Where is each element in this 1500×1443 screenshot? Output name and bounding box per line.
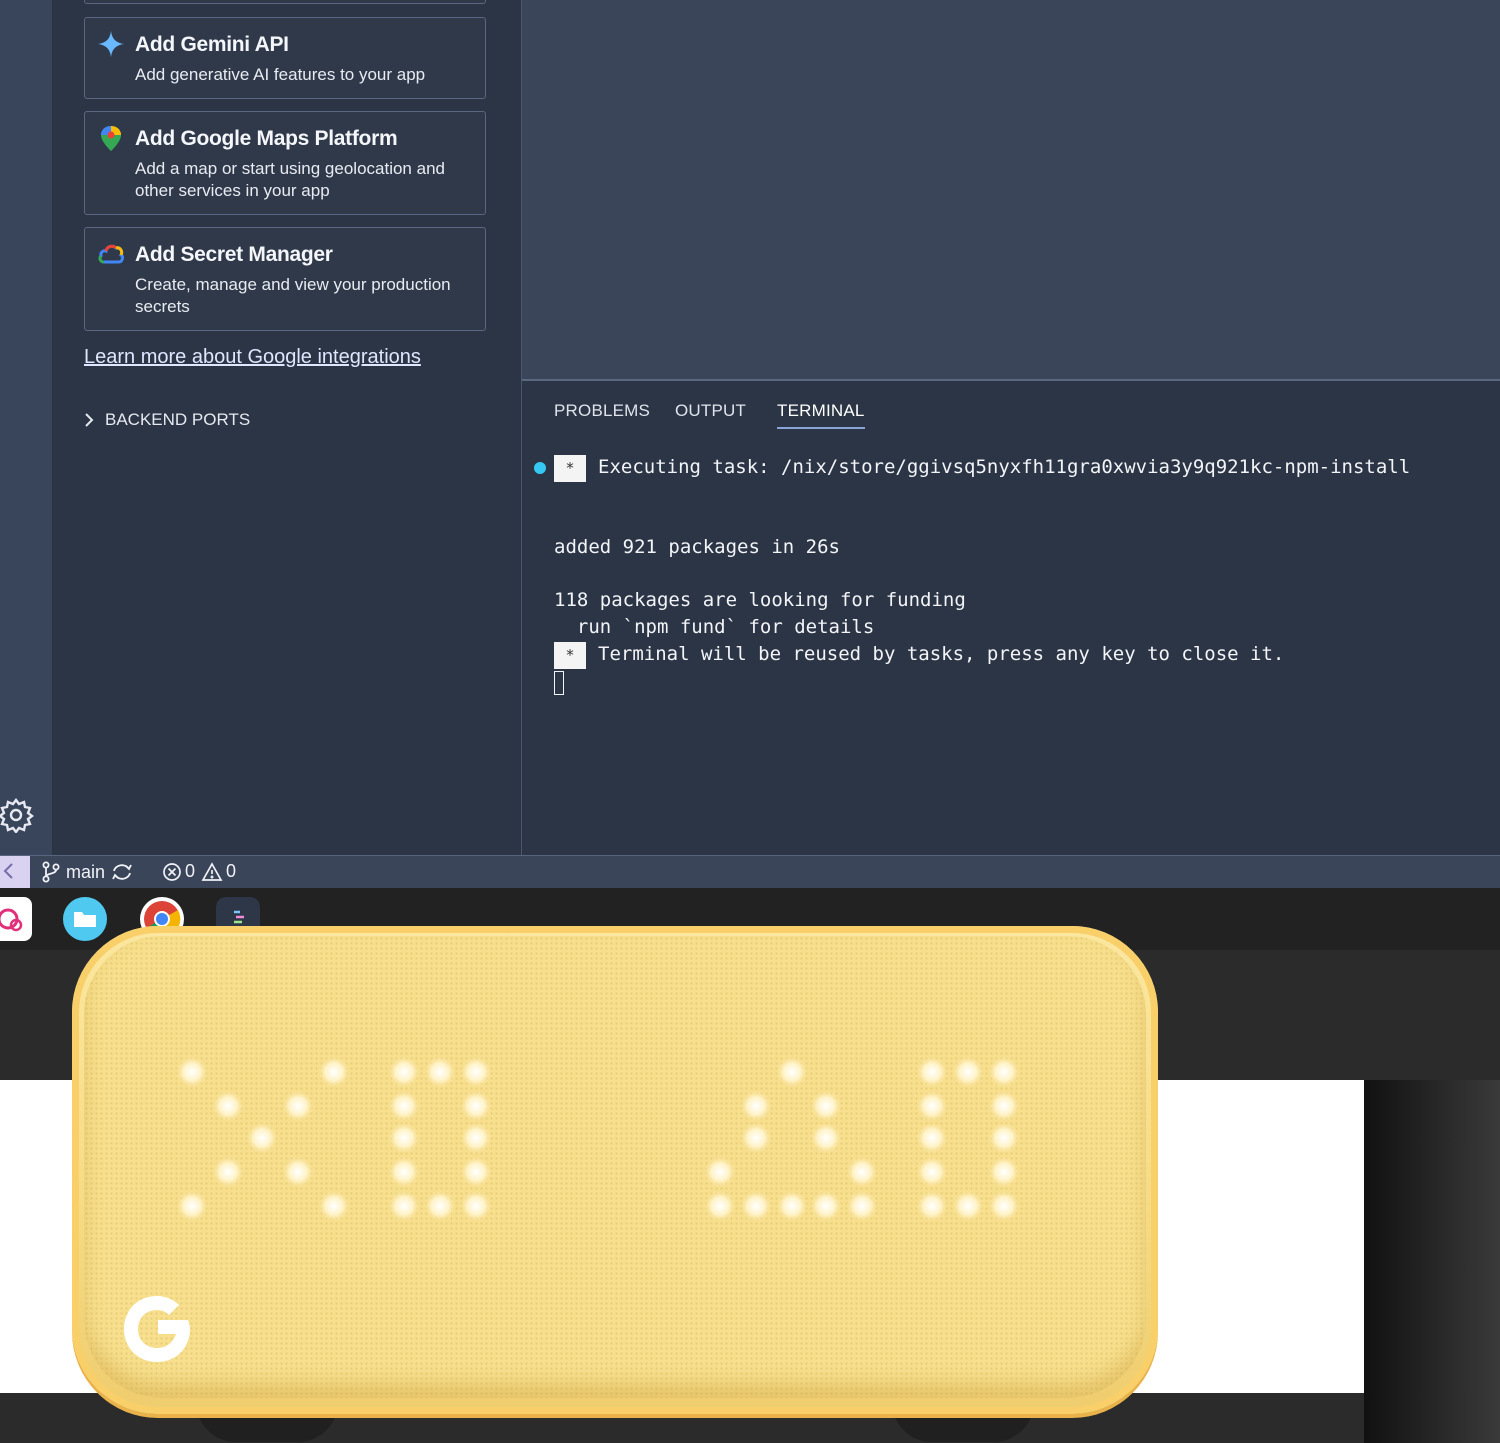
activity-bar [0,0,53,855]
led-dot [318,1190,350,1222]
led-dot [740,1090,772,1122]
led-dot [846,1156,878,1188]
led-dot [810,1122,842,1154]
section-label: BACKEND PORTS [105,410,251,429]
terminal-line: run `npm fund` for details [554,616,875,638]
task-star-badge: * [554,455,586,482]
terminal-line: added 921 packages in 26s [554,536,840,558]
led-dot [460,1122,492,1154]
led-dot [388,1190,420,1222]
led-dot [952,1190,984,1222]
terminal-line: Executing task: /nix/store/ggivsq5nyxfh1… [598,456,1411,478]
status-bar: main 0 0 [0,855,1500,889]
led-dot [460,1090,492,1122]
tab-problems[interactable]: PROBLEMS [554,401,650,421]
led-dot [424,1190,456,1222]
led-dot [988,1156,1020,1188]
task-status-dot [534,462,546,474]
background-edge [1364,1080,1500,1443]
led-dot [776,1190,808,1222]
led-dot [810,1190,842,1222]
led-dot [740,1190,772,1222]
card-description: Add a map or start using geolocation and… [135,159,445,200]
led-dot [424,1056,456,1088]
led-dot [460,1156,492,1188]
led-dot [460,1190,492,1222]
led-dot [846,1190,878,1222]
led-dot [388,1056,420,1088]
led-dot [704,1190,736,1222]
terminal-cursor[interactable] [554,671,564,695]
led-dot [988,1090,1020,1122]
editor-area[interactable] [522,0,1500,379]
led-dot [810,1090,842,1122]
led-dot [916,1190,948,1222]
task-star-badge: * [554,642,586,669]
led-dot [388,1156,420,1188]
branch-indicator[interactable]: main [42,861,133,883]
led-display [176,1056,1020,1222]
card-title: Add Gemini API [135,33,289,56]
led-dot [212,1156,244,1188]
cloud-icon [98,244,124,264]
sync-icon [112,864,132,880]
warning-count: 0 [226,861,237,881]
led-dot [318,1056,350,1088]
warning-icon [201,861,223,881]
led-dot [246,1122,278,1154]
card-title: Add Google Maps Platform [135,127,398,150]
tab-terminal[interactable]: TERMINAL [777,401,865,429]
learn-more-link[interactable]: Learn more about Google integrations [84,346,421,369]
led-dot [988,1122,1020,1154]
sidebar: Add Gemini API Add generative AI feature… [53,0,522,855]
led-dot [916,1056,948,1088]
gemini-card[interactable]: Add Gemini API Add generative AI feature… [84,17,486,99]
backend-ports-section[interactable]: BACKEND PORTS [83,410,250,430]
chevron-right-icon [85,413,94,427]
branch-name: main [66,861,106,882]
led-dot [282,1156,314,1188]
map-pin-icon [101,126,121,151]
git-branch-icon [42,861,60,883]
led-dot [916,1090,948,1122]
led-dot [988,1190,1020,1222]
error-icon [163,862,181,881]
led-dot [176,1190,208,1222]
remote-icon [3,863,13,879]
remote-indicator[interactable] [0,856,30,889]
problems-indicator[interactable]: 0 0 [162,861,236,882]
gear-icon[interactable] [0,797,36,833]
google-maps-card[interactable]: Add Google Maps Platform Add a map or st… [84,111,486,215]
launcher-icon[interactable] [0,897,32,941]
card-description: Add generative AI features to your app [135,65,426,84]
led-dot [916,1122,948,1154]
led-dot [952,1056,984,1088]
led-dot [388,1122,420,1154]
secret-manager-card[interactable]: Add Secret Manager Create, manage and vi… [84,227,486,331]
led-dot [988,1056,1020,1088]
bottom-panel: PROBLEMS OUTPUT TERMINAL * Executing tas… [522,379,1500,857]
error-count: 0 [185,861,196,881]
led-dot [740,1122,772,1154]
terminal-line: Terminal will be reused by tasks, press … [598,643,1285,665]
tab-output[interactable]: OUTPUT [675,401,746,421]
card-description: Create, manage and view your production … [135,275,451,316]
led-dot [388,1090,420,1122]
led-dot [916,1156,948,1188]
led-dot [212,1090,244,1122]
led-dot [460,1056,492,1088]
google-logo-icon [124,1296,190,1362]
card-partial [84,0,486,4]
led-dot [282,1090,314,1122]
terminal-line: 118 packages are looking for funding [554,589,966,611]
led-dot [704,1156,736,1188]
led-dot [776,1056,808,1088]
sparkle-icon [98,31,124,57]
smart-clock-device [72,926,1158,1414]
card-title: Add Secret Manager [135,243,333,266]
led-dot [176,1056,208,1088]
